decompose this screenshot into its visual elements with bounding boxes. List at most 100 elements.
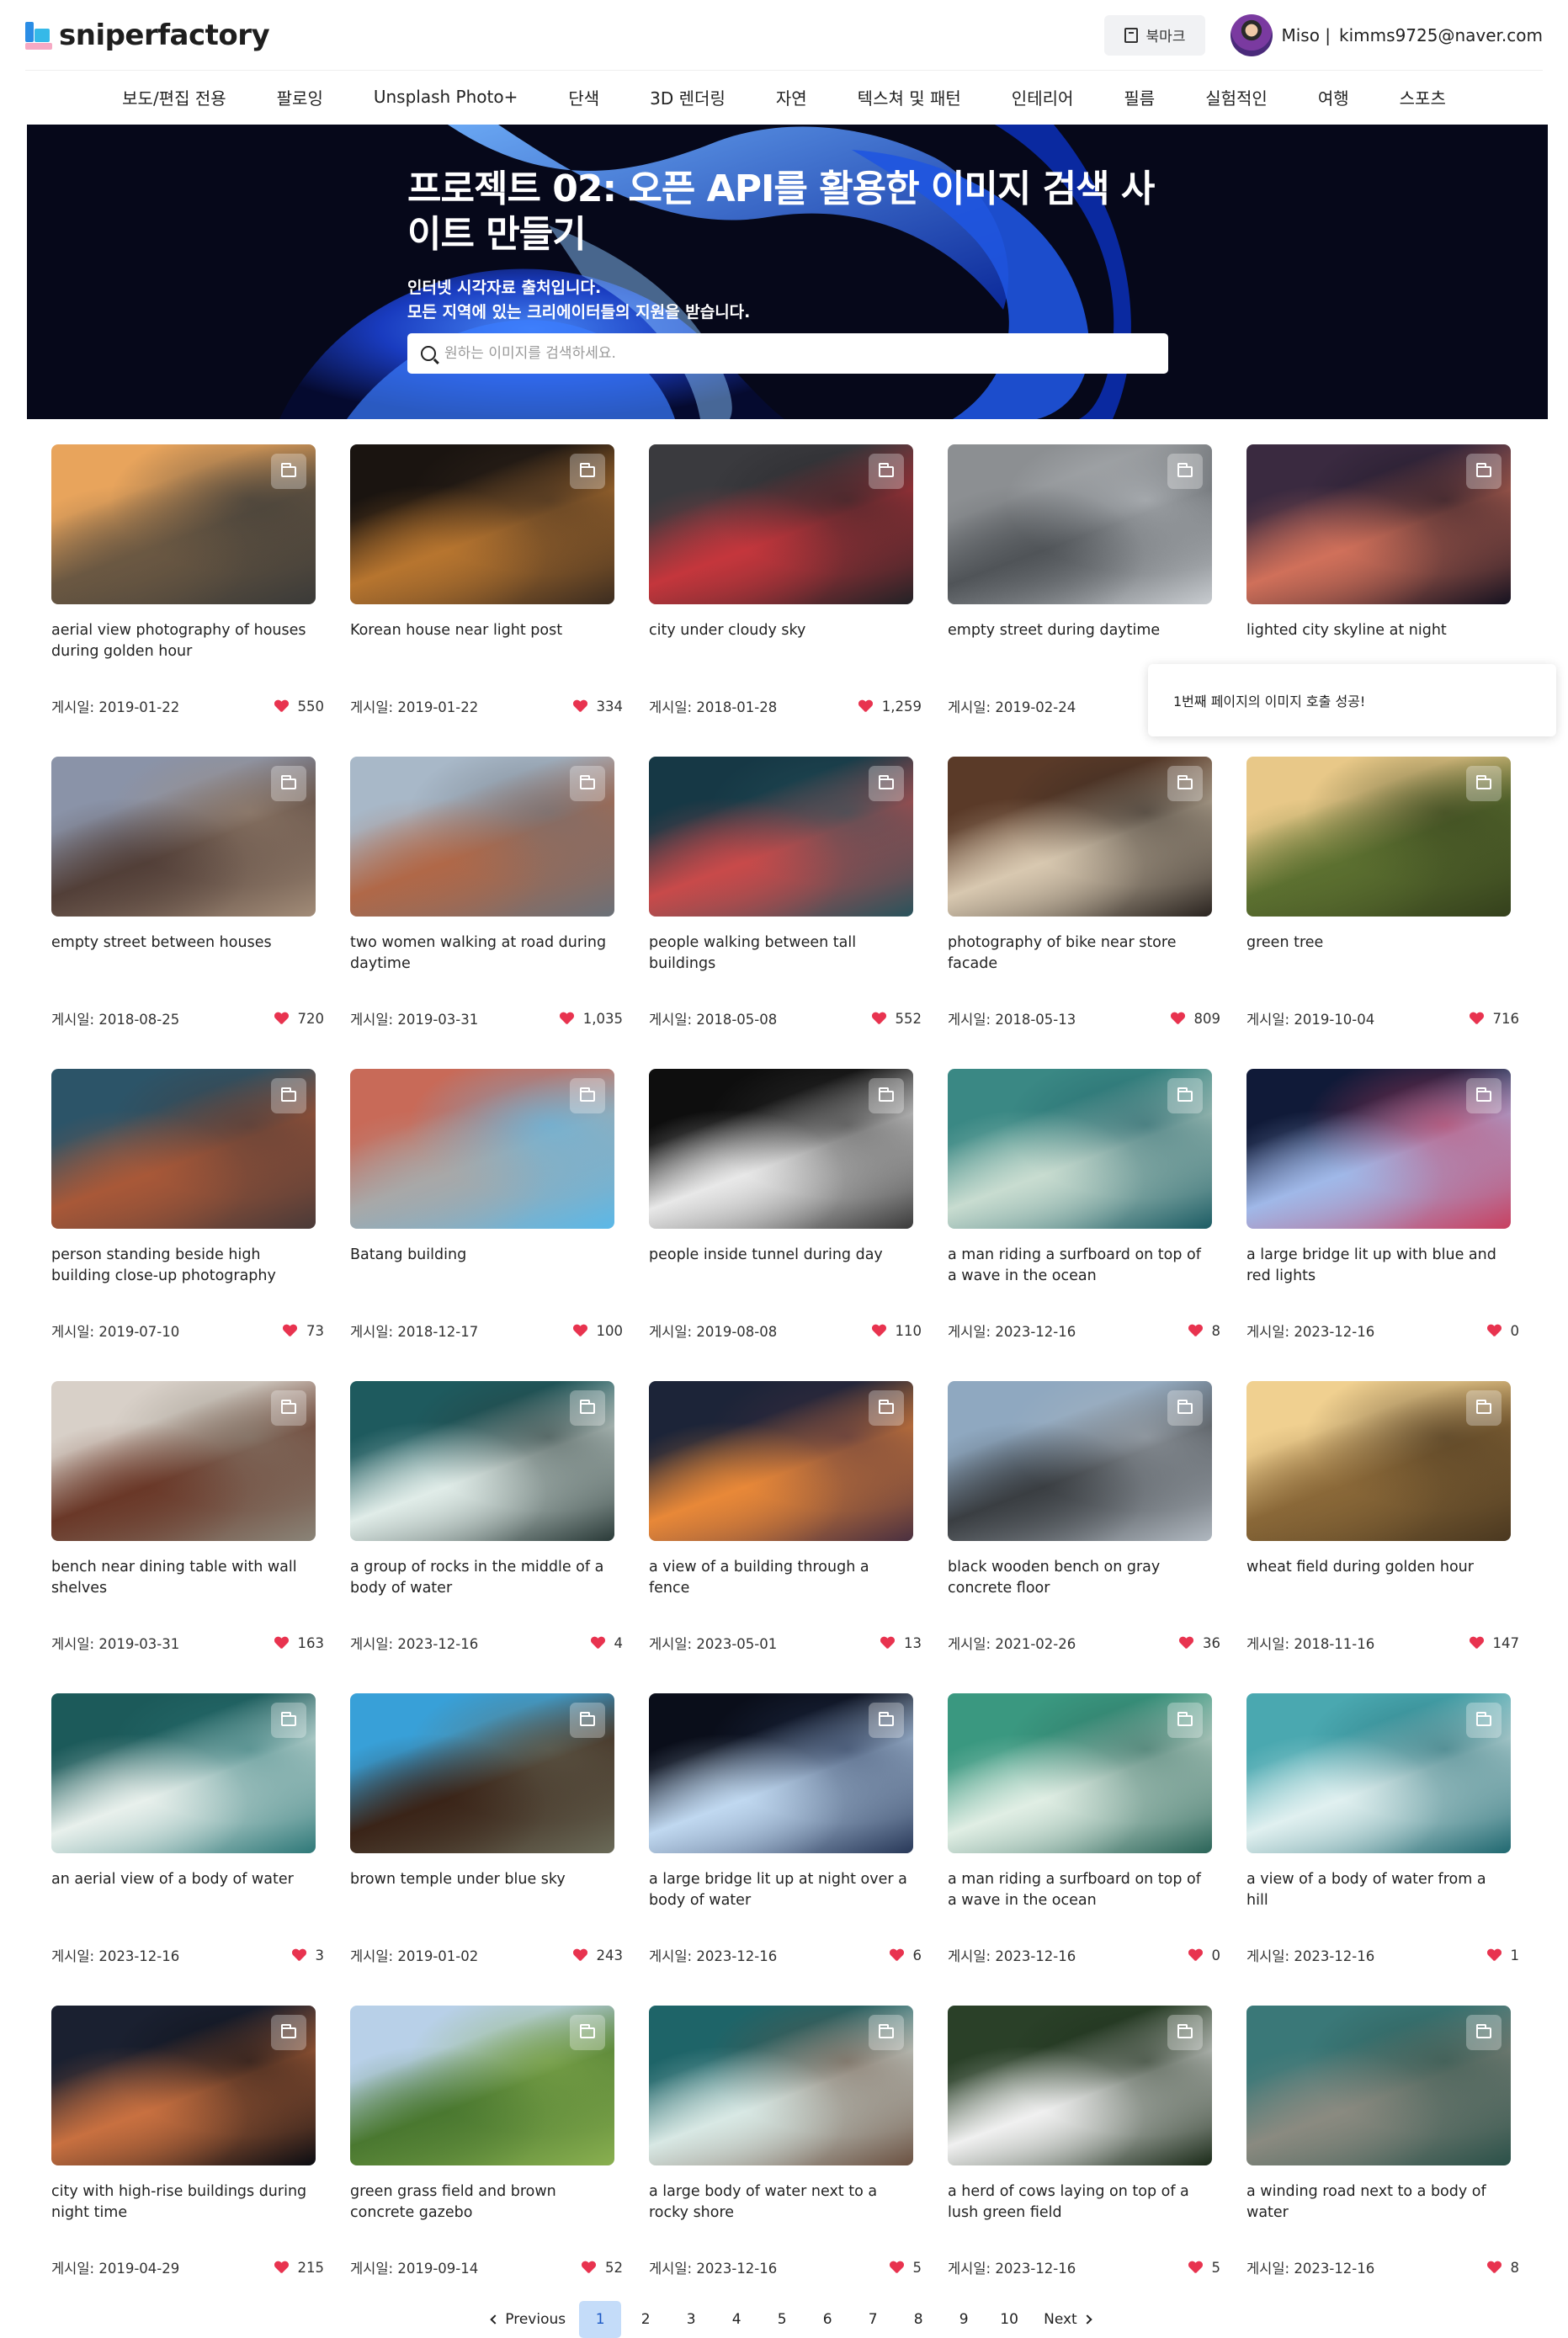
- image-thumbnail[interactable]: [948, 757, 1212, 917]
- image-card[interactable]: a man riding a surfboard on top of a wav…: [948, 1069, 1220, 1355]
- image-card[interactable]: a man riding a surfboard on top of a wav…: [948, 1693, 1220, 1979]
- bookmark-folder-button[interactable]: [271, 766, 306, 801]
- bookmark-folder-button[interactable]: [869, 1703, 904, 1738]
- image-thumbnail[interactable]: [1246, 1069, 1511, 1229]
- bookmark-folder-button[interactable]: [271, 2015, 306, 2050]
- nav-item[interactable]: 보도/편집 전용: [97, 85, 252, 109]
- image-card[interactable]: Batang building 게시일: 2018-12-17 100: [350, 1069, 623, 1355]
- image-card[interactable]: a large body of water next to a rocky sh…: [649, 2006, 922, 2292]
- image-thumbnail[interactable]: [350, 1069, 614, 1229]
- image-card[interactable]: green grass field and brown concrete gaz…: [350, 2006, 623, 2292]
- image-thumbnail[interactable]: [51, 1069, 316, 1229]
- image-card[interactable]: a herd of cows laying on top of a lush g…: [948, 2006, 1220, 2292]
- image-card[interactable]: wheat field during golden hour 게시일: 2018-…: [1246, 1381, 1519, 1667]
- nav-item[interactable]: 단색: [543, 85, 625, 109]
- bookmark-folder-button[interactable]: [570, 1078, 605, 1113]
- image-card[interactable]: brown temple under blue sky 게시일: 2019-01-…: [350, 1693, 623, 1979]
- avatar[interactable]: [1230, 13, 1273, 56]
- image-thumbnail[interactable]: [948, 2006, 1212, 2165]
- bookmark-folder-button[interactable]: [1466, 766, 1502, 801]
- image-card[interactable]: green tree 게시일: 2019-10-04 716: [1246, 757, 1519, 1043]
- image-thumbnail[interactable]: [1246, 757, 1511, 917]
- image-thumbnail[interactable]: [51, 2006, 316, 2165]
- bookmark-folder-button[interactable]: [570, 454, 605, 489]
- page-number-button[interactable]: 4: [715, 2301, 757, 2338]
- image-card[interactable]: people walking between tall buildings 게시일…: [649, 757, 922, 1043]
- image-card[interactable]: a view of a building through a fence 게시일:…: [649, 1381, 922, 1667]
- image-thumbnail[interactable]: [350, 1693, 614, 1853]
- search-bar[interactable]: [407, 333, 1168, 374]
- image-card[interactable]: people inside tunnel during day 게시일: 2019…: [649, 1069, 922, 1355]
- bookmark-button[interactable]: 북마크: [1103, 14, 1206, 56]
- bookmark-folder-button[interactable]: [570, 1703, 605, 1738]
- image-thumbnail[interactable]: [1246, 444, 1511, 604]
- nav-item[interactable]: 스포츠: [1374, 85, 1471, 109]
- image-thumbnail[interactable]: [948, 1381, 1212, 1541]
- bookmark-folder-button[interactable]: [570, 1390, 605, 1426]
- page-number-button[interactable]: 2: [625, 2301, 667, 2338]
- bookmark-folder-button[interactable]: [271, 1078, 306, 1113]
- bookmark-folder-button[interactable]: [1466, 1703, 1502, 1738]
- image-card[interactable]: aerial view photography of houses during…: [51, 444, 324, 731]
- bookmark-folder-button[interactable]: [1167, 1078, 1203, 1113]
- bookmark-folder-button[interactable]: [1167, 766, 1203, 801]
- image-thumbnail[interactable]: [649, 757, 913, 917]
- nav-item[interactable]: 3D 렌더링: [625, 85, 751, 109]
- image-thumbnail[interactable]: [1246, 1381, 1511, 1541]
- page-number-button[interactable]: 6: [806, 2301, 848, 2338]
- image-card[interactable]: Korean house near light post 게시일: 2019-01…: [350, 444, 623, 731]
- image-thumbnail[interactable]: [1246, 1693, 1511, 1853]
- previous-page-button[interactable]: Previous: [481, 2301, 576, 2338]
- search-input[interactable]: [444, 345, 1168, 362]
- bookmark-folder-button[interactable]: [1167, 2015, 1203, 2050]
- bookmark-folder-button[interactable]: [1167, 1703, 1203, 1738]
- image-card[interactable]: bench near dining table with wall shelve…: [51, 1381, 324, 1667]
- nav-item[interactable]: 팔로잉: [252, 85, 348, 109]
- page-number-button[interactable]: 10: [988, 2301, 1030, 2338]
- image-card[interactable]: two women walking at road during daytime…: [350, 757, 623, 1043]
- image-card[interactable]: an aerial view of a body of water 게시일: 20…: [51, 1693, 324, 1979]
- image-card[interactable]: a winding road next to a body of water 게시…: [1246, 2006, 1519, 2292]
- image-thumbnail[interactable]: [649, 444, 913, 604]
- bookmark-folder-button[interactable]: [1167, 454, 1203, 489]
- image-card[interactable]: person standing beside high building clo…: [51, 1069, 324, 1355]
- image-card[interactable]: city with high-rise buildings during nig…: [51, 2006, 324, 2292]
- image-thumbnail[interactable]: [948, 1069, 1212, 1229]
- nav-item[interactable]: 자연: [751, 85, 832, 109]
- image-thumbnail[interactable]: [51, 1381, 316, 1541]
- image-card[interactable]: a group of rocks in the middle of a body…: [350, 1381, 623, 1667]
- bookmark-folder-button[interactable]: [570, 766, 605, 801]
- image-thumbnail[interactable]: [350, 444, 614, 604]
- nav-item[interactable]: 실험적인: [1180, 85, 1293, 109]
- image-card[interactable]: photography of bike near store facade 게시일…: [948, 757, 1220, 1043]
- bookmark-folder-button[interactable]: [1466, 1078, 1502, 1113]
- image-thumbnail[interactable]: [51, 757, 316, 917]
- image-thumbnail[interactable]: [51, 1693, 316, 1853]
- image-card[interactable]: a large bridge lit up at night over a bo…: [649, 1693, 922, 1979]
- bookmark-folder-button[interactable]: [271, 454, 306, 489]
- bookmark-folder-button[interactable]: [1167, 1390, 1203, 1426]
- image-thumbnail[interactable]: [1246, 2006, 1511, 2165]
- bookmark-folder-button[interactable]: [869, 2015, 904, 2050]
- image-thumbnail[interactable]: [350, 1381, 614, 1541]
- bookmark-folder-button[interactable]: [570, 2015, 605, 2050]
- image-thumbnail[interactable]: [649, 1381, 913, 1541]
- page-number-button[interactable]: 9: [943, 2301, 985, 2338]
- image-card[interactable]: city under cloudy sky 게시일: 2018-01-28 1,25…: [649, 444, 922, 731]
- image-card[interactable]: a view of a body of water from a hill 게시일…: [1246, 1693, 1519, 1979]
- image-card[interactable]: empty street between houses 게시일: 2018-08-…: [51, 757, 324, 1043]
- page-number-button[interactable]: 1: [579, 2301, 622, 2338]
- logo[interactable]: sniperfactory: [25, 19, 270, 52]
- image-thumbnail[interactable]: [948, 444, 1212, 604]
- page-number-button[interactable]: 7: [852, 2301, 894, 2338]
- image-thumbnail[interactable]: [350, 2006, 614, 2165]
- nav-item[interactable]: 필름: [1098, 85, 1180, 109]
- page-number-button[interactable]: 5: [761, 2301, 803, 2338]
- nav-item[interactable]: 여행: [1293, 85, 1374, 109]
- nav-item[interactable]: 텍스쳐 및 패턴: [832, 85, 986, 109]
- bookmark-folder-button[interactable]: [1466, 1390, 1502, 1426]
- bookmark-folder-button[interactable]: [271, 1703, 306, 1738]
- page-number-button[interactable]: 8: [897, 2301, 939, 2338]
- nav-item[interactable]: 인테리어: [986, 85, 1099, 109]
- bookmark-folder-button[interactable]: [869, 766, 904, 801]
